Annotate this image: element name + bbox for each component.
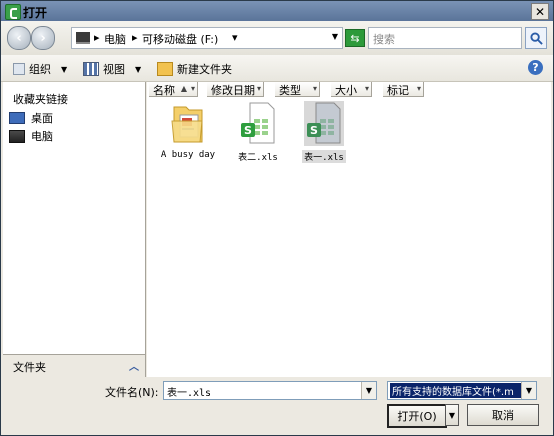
sidebar-item-computer[interactable]: 电脑	[9, 128, 53, 144]
desktop-icon	[9, 112, 25, 124]
search-icon	[529, 31, 543, 45]
chevron-up-icon: ︿	[129, 362, 139, 373]
column-name[interactable]: 名称 ▲ ▾	[149, 82, 198, 97]
column-tags[interactable]: 标记 ▾	[383, 82, 424, 97]
refresh-button[interactable]: ⇆	[345, 29, 365, 47]
new-folder-label: 新建文件夹	[177, 63, 232, 76]
sort-icon: ▲	[180, 84, 187, 93]
file-name: 表二.xls	[238, 153, 278, 163]
folder-icon	[157, 62, 173, 76]
chevron-down-icon: ▼	[61, 64, 68, 74]
filename-label: 文件名(N):	[105, 386, 159, 399]
spreadsheet-icon: S	[238, 101, 278, 146]
column-label: 名称	[153, 84, 175, 97]
svg-text:S: S	[310, 124, 318, 137]
file-list: 名称 ▲ ▾ 修改日期 ▾ 类型 ▾ 大小 ▾ 标记 ▾ A busy day …	[147, 82, 551, 377]
column-label: 标记	[387, 84, 409, 97]
folders-toggle[interactable]: 文件夹 ︿	[3, 354, 145, 377]
chevron-down-icon[interactable]: ▾	[191, 84, 195, 93]
chevron-down-icon[interactable]: ▾	[417, 84, 421, 93]
filename-field[interactable]: 表一.xls ▼	[163, 381, 377, 400]
computer-icon	[76, 32, 90, 44]
breadcrumb-separator: ▾	[232, 31, 238, 44]
column-label: 大小	[335, 84, 357, 97]
help-button[interactable]: ?	[528, 60, 543, 75]
open-dialog: 打开 ✕ ‹ › ▸ 电脑 ▸ 可移动磁盘 (F:) ▾ ▼ ⇆ 搜索 组织 ▼	[0, 0, 554, 436]
chevron-down-icon[interactable]: ▾	[365, 84, 369, 93]
organize-label: 组织	[29, 63, 51, 76]
file-item[interactable]: A busy day	[153, 101, 223, 160]
chevron-down-icon[interactable]: ▼	[361, 382, 376, 399]
back-button[interactable]: ‹	[7, 26, 31, 50]
computer-icon	[9, 129, 25, 143]
sidebar-item-label: 桌面	[31, 112, 53, 125]
open-dropdown-button[interactable]: ▼	[445, 404, 459, 426]
view-label: 视图	[103, 63, 125, 76]
toolbar: 组织 ▼ 视图 ▼ 新建文件夹 ?	[1, 55, 553, 82]
search-button[interactable]	[525, 27, 547, 49]
chevron-down-icon: ▼	[135, 64, 142, 74]
cancel-button[interactable]: 取消	[467, 404, 539, 426]
filetype-select[interactable]: 所有支持的数据库文件(*.m ▼	[387, 381, 537, 400]
app-icon	[5, 4, 21, 20]
chevron-down-icon[interactable]: ▾	[257, 84, 261, 93]
file-name: A busy day	[160, 150, 216, 160]
folders-label: 文件夹	[13, 361, 46, 374]
filetype-value: 所有支持的数据库文件(*.m	[390, 383, 522, 398]
file-item[interactable]: S 表二.xls	[223, 101, 293, 163]
search-input[interactable]: 搜索	[368, 27, 522, 49]
organize-button[interactable]: 组织 ▼	[13, 61, 67, 77]
address-bar[interactable]: ▸ 电脑 ▸ 可移动磁盘 (F:) ▾ ▼	[71, 27, 343, 49]
view-icon	[83, 62, 99, 76]
new-folder-button[interactable]: 新建文件夹	[157, 61, 232, 77]
file-name: 表一.xls	[302, 150, 346, 163]
address-row: ‹ › ▸ 电脑 ▸ 可移动磁盘 (F:) ▾ ▼ ⇆ 搜索	[1, 21, 553, 55]
favorites-title: 收藏夹链接	[13, 93, 68, 106]
forward-button[interactable]: ›	[31, 26, 55, 50]
sidebar-item-label: 电脑	[31, 130, 53, 143]
breadcrumb-separator: ▸	[94, 31, 100, 44]
window-title: 打开	[23, 6, 48, 20]
chevron-down-icon[interactable]: ▾	[313, 84, 317, 93]
address-dropdown-icon[interactable]: ▼	[332, 32, 338, 41]
filename-value: 表一.xls	[167, 388, 212, 399]
view-button[interactable]: 视图 ▼	[83, 61, 141, 77]
breadcrumb-separator: ▸	[132, 31, 138, 44]
chevron-down-icon[interactable]: ▼	[521, 382, 536, 399]
file-item[interactable]: S 表一.xls	[289, 101, 359, 163]
spreadsheet-icon: S	[304, 101, 344, 146]
bottom-panel: 文件名(N): 表一.xls ▼ 所有支持的数据库文件(*.m ▼ 打开(O) …	[1, 378, 553, 435]
folder-icon	[168, 101, 208, 146]
column-label: 类型	[279, 84, 301, 97]
svg-text:S: S	[244, 124, 252, 137]
breadcrumb-drive[interactable]: 可移动磁盘 (F:)	[142, 31, 218, 47]
organize-icon	[13, 63, 25, 75]
search-placeholder: 搜索	[373, 33, 395, 46]
column-size[interactable]: 大小 ▾	[331, 82, 372, 97]
sidebar-item-desktop[interactable]: 桌面	[9, 110, 53, 126]
column-date[interactable]: 修改日期 ▾	[207, 82, 264, 97]
navigation-pane: 收藏夹链接 桌面 电脑 文件夹 ︿	[3, 82, 146, 377]
title-bar[interactable]: 打开 ✕	[1, 1, 553, 21]
column-label: 修改日期	[211, 84, 255, 97]
breadcrumb-computer[interactable]: 电脑	[104, 31, 126, 47]
close-button[interactable]: ✕	[531, 3, 549, 20]
column-type[interactable]: 类型 ▾	[275, 82, 320, 97]
open-button[interactable]: 打开(O)	[387, 404, 447, 428]
